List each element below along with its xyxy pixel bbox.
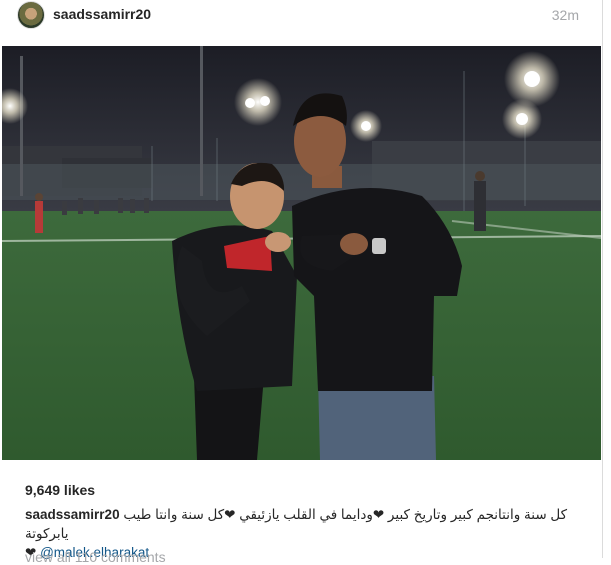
post-card: saadssamirr20 32m 9,649 likes saadssamir… — [0, 0, 603, 565]
post-header: saadssamirr20 32m — [0, 0, 603, 34]
post-username[interactable]: saadssamirr20 — [53, 6, 151, 22]
avatar[interactable] — [17, 1, 45, 29]
view-all-comments-link[interactable]: view all 110 comments — [25, 549, 166, 565]
likes-count[interactable]: 9,649 likes — [25, 482, 95, 498]
post-timestamp[interactable]: 32m — [552, 7, 579, 23]
caption-username[interactable]: saadssamirr20 — [25, 507, 120, 522]
post-photo[interactable] — [2, 46, 601, 460]
